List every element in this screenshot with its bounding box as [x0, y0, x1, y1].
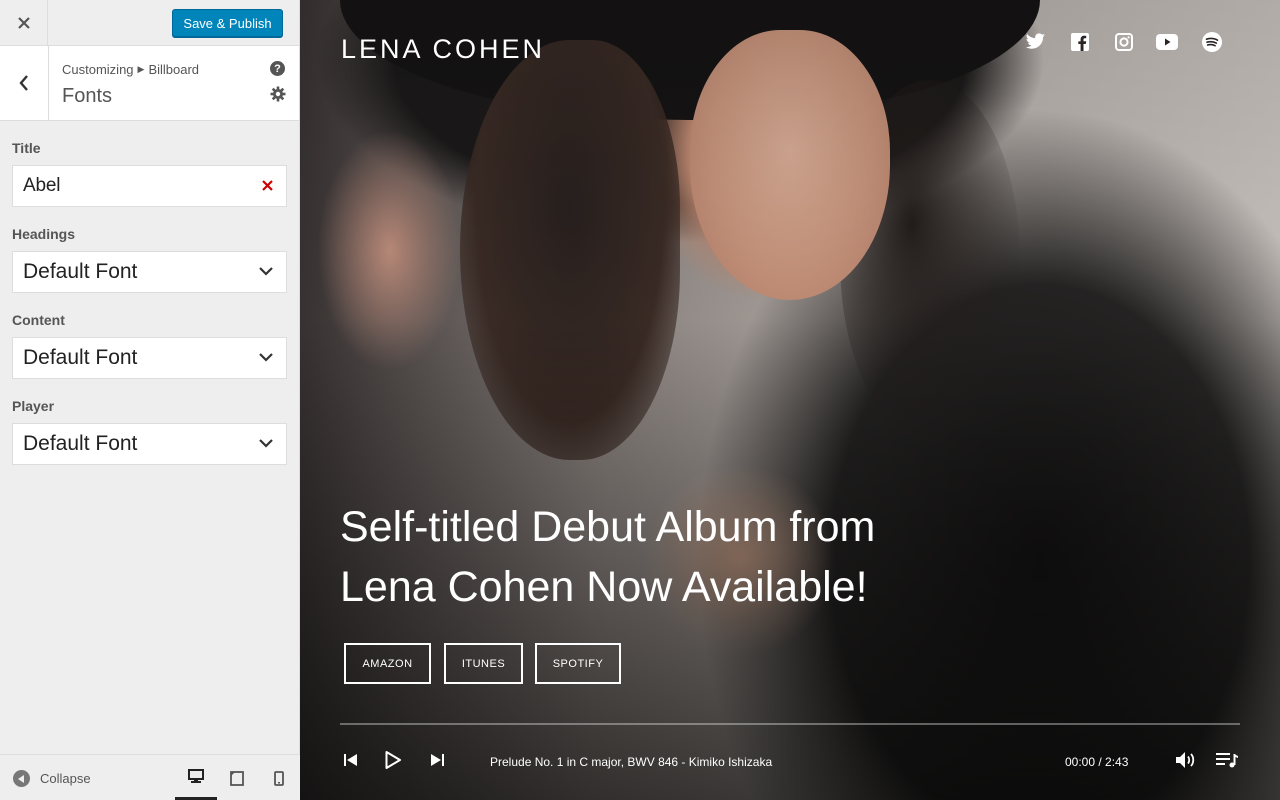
youtube-icon[interactable] [1156, 31, 1178, 53]
preview-tablet-button[interactable] [216, 755, 258, 800]
play-button[interactable] [384, 750, 402, 770]
next-track-button[interactable] [430, 750, 444, 770]
previous-track-button[interactable] [343, 750, 357, 770]
save-publish-button[interactable]: Save & Publish [172, 9, 283, 37]
player-font-label: Player [12, 398, 55, 414]
mobile-icon [274, 770, 284, 786]
playlist-button[interactable] [1216, 750, 1238, 770]
collapse-icon [13, 770, 30, 787]
chevron-down-icon [259, 439, 273, 448]
title-font-field[interactable]: Abel [12, 165, 287, 207]
instagram-icon[interactable] [1113, 31, 1135, 53]
title-font-label: Title [12, 140, 41, 156]
tablet-icon [230, 770, 244, 786]
preview-desktop-button[interactable] [175, 755, 217, 800]
chevron-down-icon [259, 267, 273, 276]
player-font-value: Default Font [23, 432, 138, 455]
close-icon [17, 16, 30, 29]
back-button[interactable] [0, 46, 49, 120]
content-font-label: Content [12, 312, 65, 328]
skip-next-icon [430, 754, 444, 766]
clear-font-button[interactable] [262, 178, 273, 196]
breadcrumb-parent: Billboard [148, 62, 200, 77]
amazon-button[interactable]: AMAZON [344, 643, 431, 684]
volume-icon [1175, 752, 1194, 768]
chevron-left-icon [19, 75, 28, 91]
font-controls: Title Abel Headings Default Font Content… [0, 140, 299, 465]
chevron-down-icon [259, 353, 273, 362]
twitter-icon[interactable] [1024, 31, 1046, 53]
desktop-icon [188, 768, 204, 783]
headings-font-select[interactable]: Default Font [12, 251, 287, 293]
volume-button[interactable] [1175, 750, 1197, 770]
player-font-select[interactable]: Default Font [12, 423, 287, 465]
site-preview: LENA COHEN Self-titled Debut Album from … [300, 0, 1280, 800]
preview-mobile-button[interactable] [258, 755, 300, 800]
itunes-button[interactable]: ITUNES [444, 643, 523, 684]
content-font-select[interactable]: Default Font [12, 337, 287, 379]
track-time: 00:00 / 2:43 [1065, 755, 1129, 769]
breadcrumb-root: Customizing [62, 62, 134, 77]
clear-icon [262, 180, 273, 191]
help-icon[interactable]: ? [270, 61, 285, 76]
hero-headline: Self-titled Debut Album from Lena Cohen … [340, 497, 940, 617]
spotify-button[interactable]: SPOTIFY [535, 643, 621, 684]
breadcrumb: Customizing ▶ Billboard [62, 62, 199, 77]
section-header: Customizing ▶ Billboard Fonts ? [0, 46, 299, 121]
playlist-icon [1216, 753, 1238, 768]
headings-font-value: Default Font [23, 260, 138, 283]
customizer-footer: Collapse [0, 754, 300, 800]
track-title: Prelude No. 1 in C major, BWV 846 - Kimi… [490, 755, 773, 769]
collapse-button[interactable]: Collapse [13, 770, 91, 787]
facebook-icon[interactable] [1069, 31, 1091, 53]
content-font-value: Default Font [23, 346, 138, 369]
customizer-header: Save & Publish [0, 0, 299, 46]
player-progress-bar[interactable] [340, 723, 1240, 725]
customizer-sidebar: Save & Publish Customizing ▶ Billboard F… [0, 0, 300, 800]
site-title[interactable]: LENA COHEN [341, 34, 545, 65]
gear-icon[interactable] [270, 86, 286, 102]
hero-headline-line-2: Lena Cohen Now Available! [340, 563, 868, 611]
collapse-label: Collapse [40, 771, 91, 786]
spotify-icon[interactable] [1201, 31, 1223, 53]
breadcrumb-separator-icon: ▶ [137, 64, 145, 74]
headings-font-label: Headings [12, 226, 76, 242]
title-font-value: Abel [23, 175, 61, 196]
play-icon [385, 751, 401, 769]
hero-headline-line-1: Self-titled Debut Album from [340, 503, 876, 551]
close-customizer-button[interactable] [0, 0, 48, 45]
section-title: Fonts [62, 85, 113, 107]
skip-previous-icon [343, 754, 357, 766]
